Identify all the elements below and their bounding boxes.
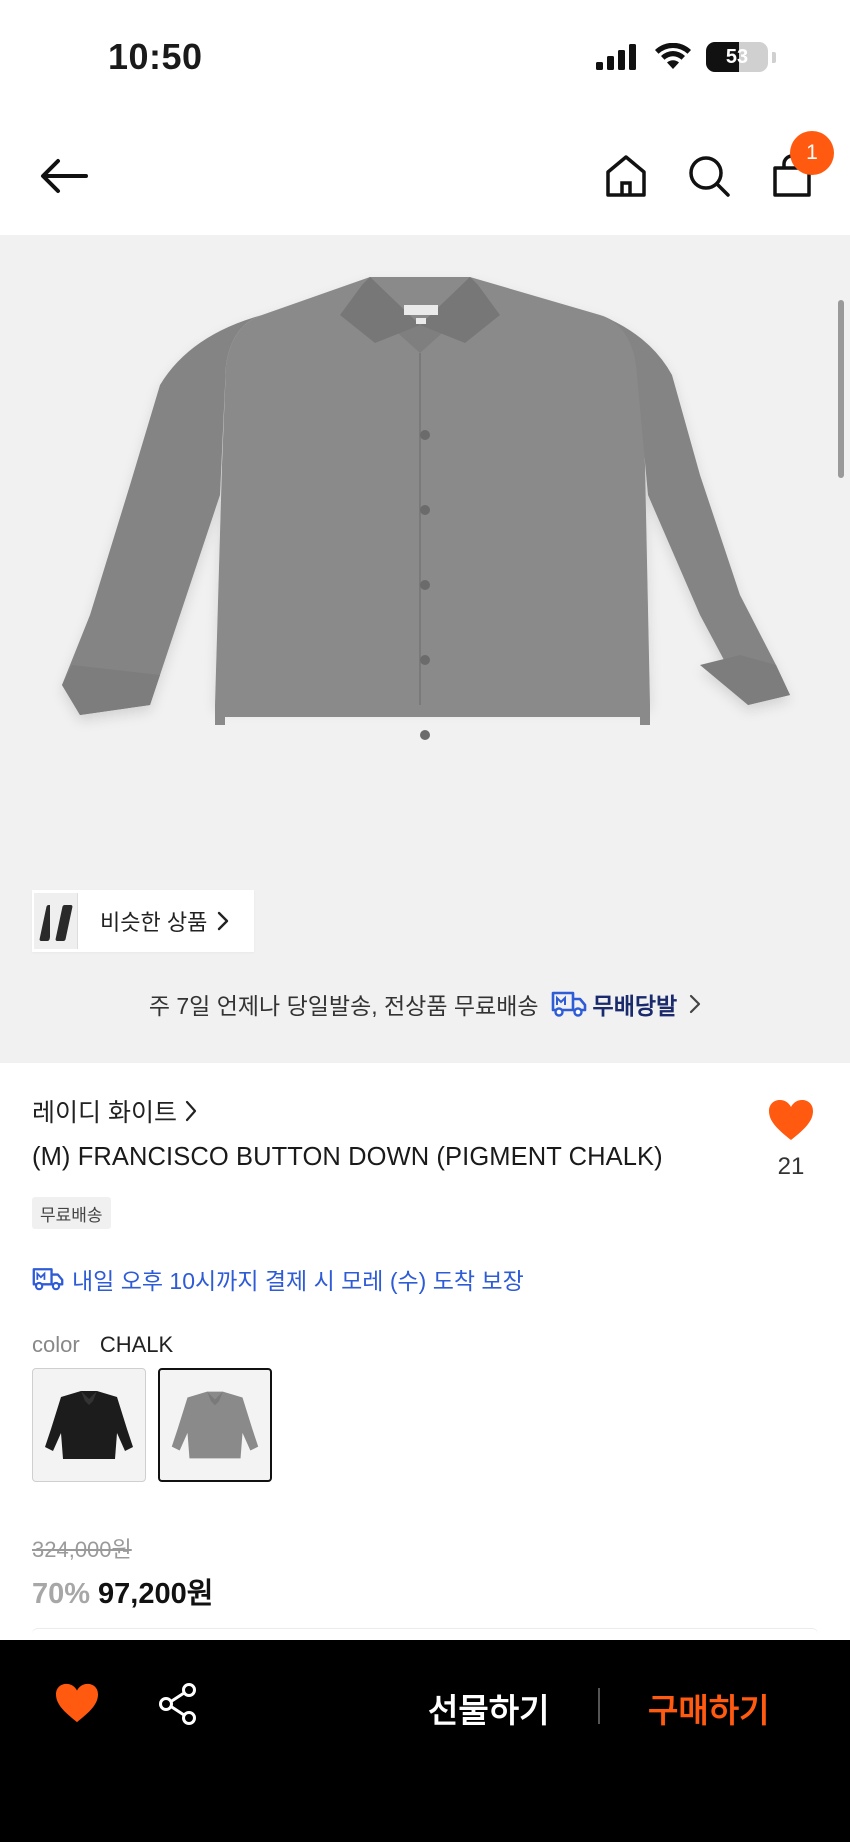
bottom-action-bar: 선물하기 구매하기 — [0, 1640, 850, 1842]
shipping-banner[interactable]: 주 7일 언제나 당일발송, 전상품 무료배송 무배당발 — [0, 987, 850, 1021]
color-option-chalk[interactable] — [158, 1368, 272, 1482]
product-image-gallery[interactable]: 비슷한 상품 주 7일 언제나 당일발송, 전상품 무료배송 무배당발 — [0, 235, 850, 1063]
similar-products-label: 비슷한 상품 — [100, 910, 208, 935]
chevron-right-icon — [690, 994, 701, 1014]
back-button[interactable] — [36, 150, 92, 202]
product-title: (M) FRANCISCO BUTTON DOWN (PIGMENT CHALK… — [32, 1143, 663, 1171]
status-icons: 53 — [596, 42, 776, 72]
shirt-thumbnail — [171, 1391, 259, 1459]
gift-button[interactable]: 선물하기 — [428, 1684, 549, 1732]
similar-products-button[interactable]: 비슷한 상품 — [32, 890, 254, 952]
product-image-lower — [215, 705, 650, 725]
color-row: color CHALK — [32, 1332, 173, 1358]
delivery-notice-text: 내일 오후 10시까지 결제 시 모레 (수) 도착 보장 — [72, 1268, 524, 1294]
delivery-notice: 내일 오후 10시까지 결제 시 모레 (수) 도착 보장 — [32, 1262, 524, 1296]
delivery-truck-icon — [32, 1268, 64, 1291]
search-icon — [689, 156, 730, 197]
search-button[interactable] — [683, 150, 735, 202]
heart-icon — [56, 1683, 98, 1723]
shipping-brand-label: 무배당발 — [592, 993, 678, 1019]
image-scrollbar[interactable] — [838, 300, 844, 478]
similar-thumb — [50, 893, 78, 949]
battery-level: 53 — [725, 45, 749, 68]
cart-count-badge[interactable]: 1 — [790, 131, 834, 175]
brand-name: 레이디 화이트 — [32, 1099, 177, 1127]
battery-cap — [772, 51, 776, 63]
top-nav — [0, 130, 850, 222]
free-shipping-tag: 무료배송 — [32, 1197, 111, 1229]
original-price: 324,000원 — [32, 1537, 132, 1562]
wishlist-button[interactable] — [54, 1682, 100, 1728]
share-button[interactable] — [156, 1682, 200, 1726]
color-option-black[interactable] — [32, 1368, 146, 1482]
share-icon — [159, 1683, 196, 1725]
shipping-brand: 무배당발 — [551, 987, 678, 1021]
like-button[interactable]: 21 — [762, 1098, 820, 1181]
cellular-signal-icon — [596, 44, 636, 70]
back-arrow-icon — [41, 159, 88, 193]
status-bar: 10:50 53 — [0, 0, 850, 110]
shirt-thumbnail — [45, 1391, 133, 1459]
color-label: color — [32, 1332, 80, 1357]
price-row: 70% 97,200원 — [32, 1570, 213, 1612]
battery-icon: 53 — [706, 42, 768, 72]
sale-price: 97,200원 — [98, 1578, 214, 1610]
home-button[interactable] — [600, 150, 652, 202]
chevron-right-icon — [218, 911, 229, 931]
buy-button[interactable]: 구매하기 — [648, 1684, 769, 1732]
discount-rate: 70% — [32, 1578, 91, 1610]
similar-thumbnails — [32, 890, 94, 952]
delivery-truck-icon — [551, 991, 586, 1017]
button-separator — [598, 1688, 600, 1724]
brand-link[interactable]: 레이디 화이트 — [32, 1093, 197, 1129]
like-count: 21 — [777, 1153, 805, 1180]
shipping-text: 주 7일 언제나 당일발송, 전상품 무료배송 — [148, 993, 539, 1019]
chevron-right-icon — [185, 1100, 197, 1122]
status-time: 10:50 — [108, 36, 203, 77]
wifi-icon — [655, 43, 691, 69]
section-divider — [32, 1628, 818, 1640]
color-value: CHALK — [99, 1332, 174, 1357]
home-icon — [606, 155, 646, 197]
heart-icon — [769, 1100, 813, 1140]
